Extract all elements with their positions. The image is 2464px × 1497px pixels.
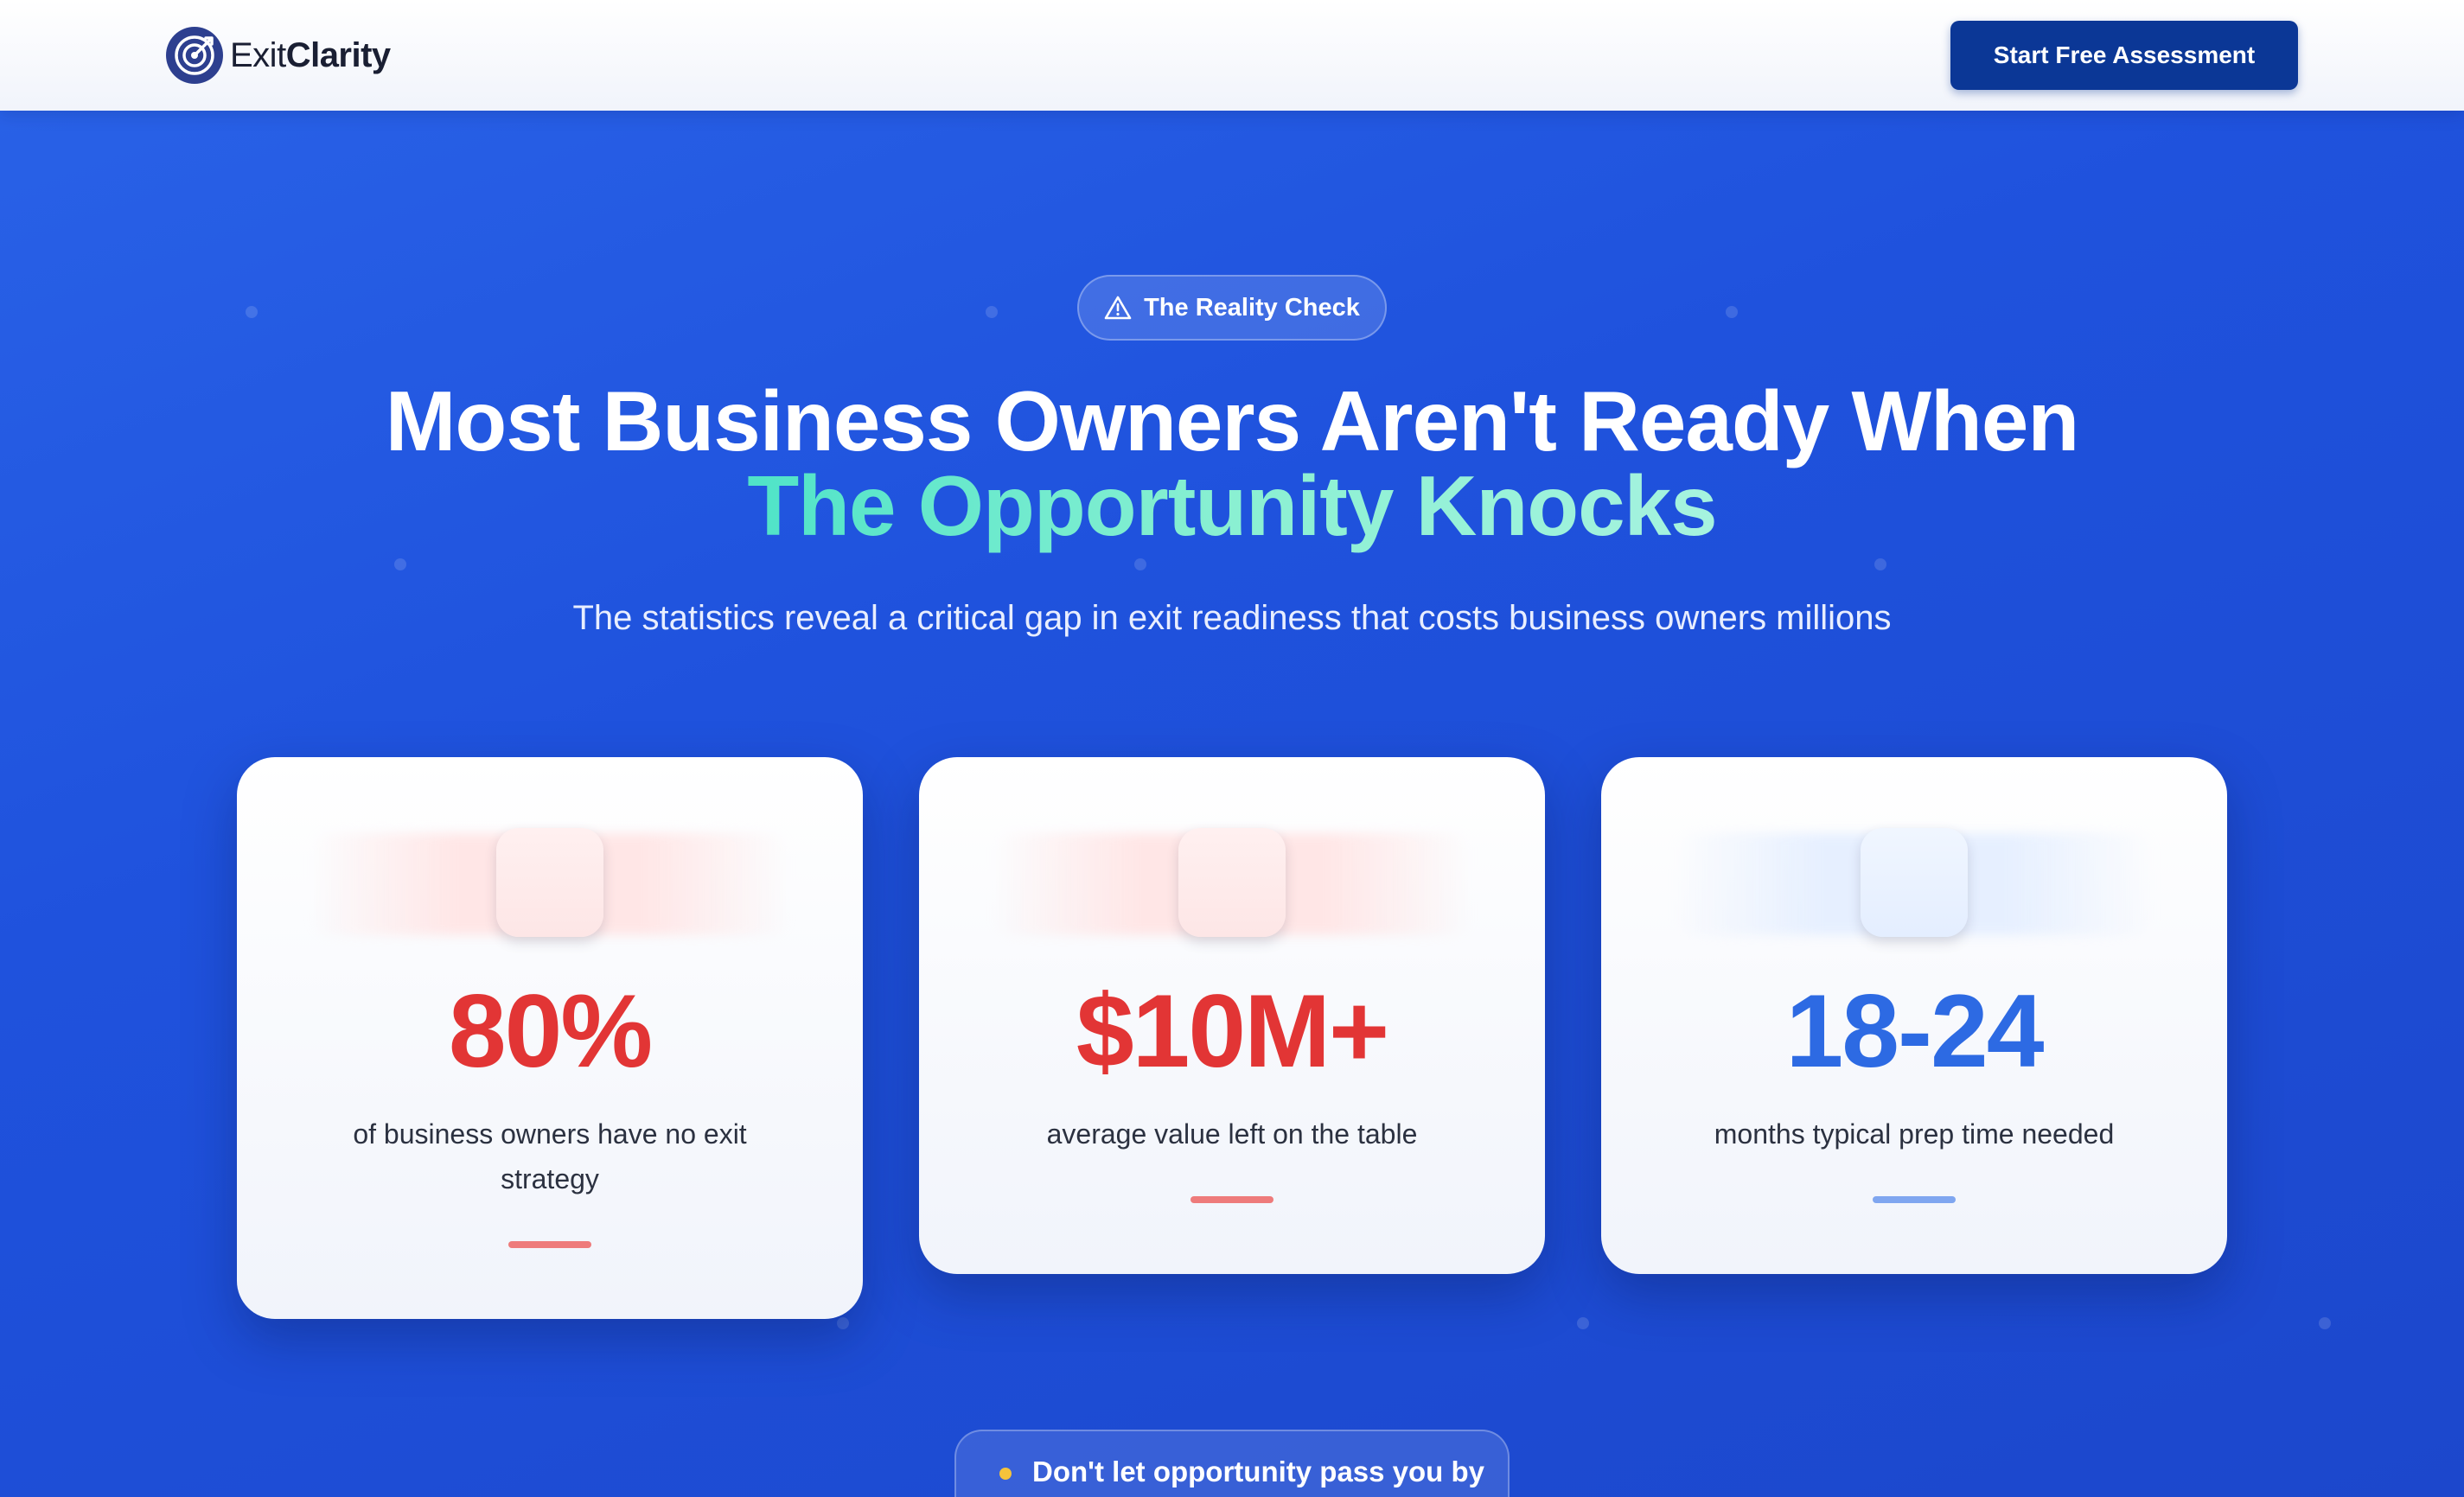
stat-description: months typical prep time needed <box>1714 1118 2115 1150</box>
stat-card: 80% of business owners have no exit stra… <box>237 757 863 1319</box>
site-header: ExitClarity Start Free Assessment <box>0 0 2464 111</box>
page-subheadline: The statistics reveal a critical gap in … <box>572 599 1892 637</box>
stat-value: 18-24 <box>1785 973 2045 1089</box>
decor-dot <box>394 558 406 570</box>
page-headline: Most Business Owners Aren't Ready When T… <box>0 379 2464 548</box>
headline-line-1: Most Business Owners Aren't Ready When <box>385 373 2079 468</box>
decor-dot <box>837 1317 849 1329</box>
decor-dot <box>1134 558 1146 570</box>
opportunity-pill-label: Don't let opportunity pass you by <box>1032 1456 1485 1487</box>
target-icon <box>166 27 223 84</box>
start-free-assessment-button[interactable]: Start Free Assessment <box>1950 21 2298 90</box>
decor-dot <box>1874 558 1886 570</box>
decor-dot <box>1726 306 1738 318</box>
brand-name-bold: Clarity <box>285 35 392 74</box>
stat-accent-bar <box>508 1241 591 1248</box>
stat-value: 80% <box>448 973 653 1089</box>
decor-dot <box>986 306 998 318</box>
badge-label: The Reality Check <box>1144 293 1360 322</box>
stat-icon-tile <box>1178 828 1286 937</box>
decor-dot <box>246 306 258 318</box>
brand-logo[interactable]: ExitClarity <box>166 26 391 85</box>
decor-dot <box>1577 1317 1589 1329</box>
stat-accent-bar <box>1873 1196 1956 1203</box>
reality-check-badge: The Reality Check <box>1077 275 1387 341</box>
opportunity-pill: Don't let opportunity pass you by <box>954 1430 1510 1497</box>
brand-name-regular: Exit <box>230 35 286 74</box>
decor-dot <box>2319 1317 2331 1329</box>
hero-section: The Reality Check Most Business Owners A… <box>0 0 2464 1497</box>
stat-card: 18-24 months typical prep time needed <box>1601 757 2227 1274</box>
stat-accent-bar <box>1191 1196 1273 1203</box>
status-dot <box>999 1468 1012 1480</box>
brand-name: ExitClarity <box>230 36 391 75</box>
stat-description: average value left on the table <box>1046 1118 1418 1150</box>
warning-triangle-icon <box>1104 296 1132 320</box>
stat-icon-tile <box>1861 828 1968 937</box>
stat-icon-tile <box>496 828 603 937</box>
headline-line-2: The Opportunity Knocks <box>747 458 1717 553</box>
stat-value: $10M+ <box>1076 973 1389 1089</box>
stat-card: $10M+ average value left on the table <box>919 757 1545 1274</box>
stat-description: of business owners have no exit strategy <box>353 1118 747 1194</box>
